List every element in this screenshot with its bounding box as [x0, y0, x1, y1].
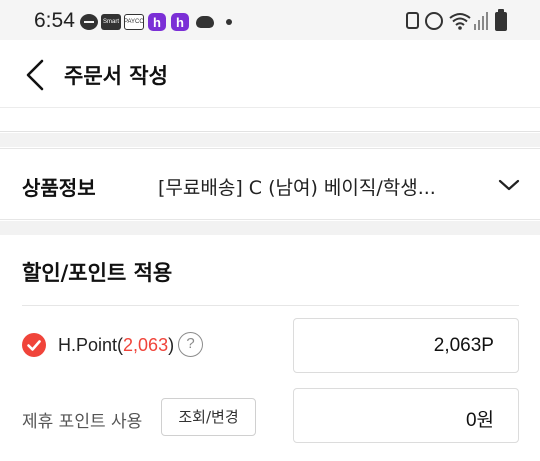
product-name: [무료배송] C (남여) 베이직/학생... — [158, 177, 436, 199]
divider — [22, 305, 519, 306]
partner-points-label: 제휴 포인트 사용 — [22, 412, 143, 432]
section-separator — [0, 133, 540, 147]
chevron-down-icon[interactable] — [498, 177, 520, 193]
hpoint-amount-value: 2,063P — [433, 335, 494, 356]
battery-icon — [495, 9, 507, 31]
status-bar: 6:54 Smart PAYCO h h — [0, 0, 540, 40]
page-title: 주문서 작성 — [64, 64, 168, 88]
lock-icon — [406, 12, 419, 29]
section-separator — [0, 221, 540, 235]
hpoint-available: 2,063 — [123, 335, 169, 355]
signal-icon — [474, 12, 490, 30]
cloud-icon — [196, 16, 214, 28]
h-app-icon: h — [148, 13, 166, 31]
app-header: 주문서 작성 — [0, 40, 540, 108]
lookup-change-button[interactable]: 조회/변경 — [161, 398, 256, 436]
payco-icon: PAYCO — [124, 14, 144, 30]
back-arrow-icon[interactable] — [22, 58, 48, 92]
help-icon[interactable]: ? — [178, 332, 203, 357]
dot-icon — [226, 19, 232, 25]
partner-points-value: 0원 — [465, 410, 494, 431]
hpoint-paren-close: ) — [168, 335, 175, 355]
hpoint-label: H.Point(2,063) — [58, 335, 174, 356]
hpoint-checkbox-icon[interactable] — [22, 333, 46, 357]
chat-icon — [80, 14, 98, 30]
header-spacer — [0, 108, 540, 132]
discount-section: 할인/포인트 적용 H.Point(2,063) ? 2,063P 제휴 포인트… — [0, 235, 540, 461]
partner-points-input[interactable]: 0원 — [293, 388, 519, 443]
status-time: 6:54 — [34, 9, 75, 32]
alarm-icon — [425, 12, 443, 30]
product-info-row[interactable]: 상품정보 [무료배송] C (남여) 베이직/학생... — [0, 148, 540, 220]
smart-icon: Smart — [101, 14, 121, 30]
wifi-icon — [449, 12, 471, 30]
hpoint-amount-input[interactable]: 2,063P — [293, 318, 519, 373]
hpoint-name: H.Point — [58, 335, 118, 355]
h-app-icon: h — [171, 13, 189, 31]
product-info-label: 상품정보 — [22, 176, 96, 200]
discount-section-title: 할인/포인트 적용 — [22, 261, 173, 285]
